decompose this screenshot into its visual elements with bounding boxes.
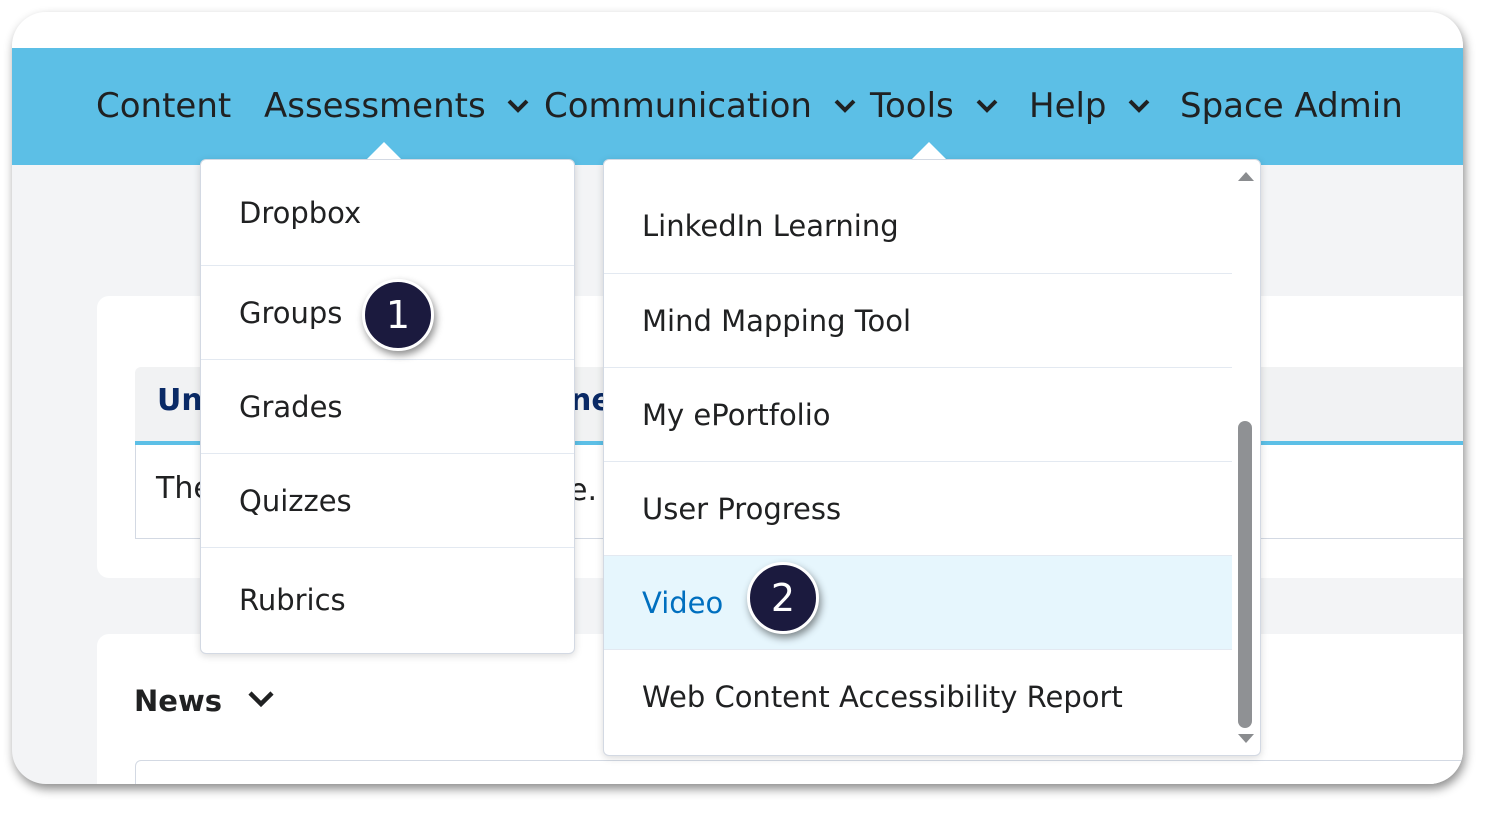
chevron-down-icon: [834, 99, 856, 113]
menu-item-mind-mapping-tool[interactable]: Mind Mapping Tool: [604, 274, 1232, 368]
chevron-down-icon: [976, 99, 997, 113]
assessments-menu: Dropbox Groups Grades Quizzes Rubrics: [200, 159, 575, 654]
nav-assessments-label: Assessments: [264, 86, 486, 126]
menu-item-label: Dropbox: [239, 195, 362, 230]
scroll-down-arrow-icon[interactable]: [1238, 734, 1254, 743]
menu-item-label: Groups: [239, 295, 343, 330]
menu-item-label: Quizzes: [239, 483, 352, 518]
top-strip: [12, 12, 1463, 48]
callout-badge-2: 2: [747, 562, 819, 634]
menu-item-my-eportfolio[interactable]: My ePortfolio: [604, 368, 1232, 462]
menu-item-user-progress[interactable]: User Progress: [604, 462, 1232, 556]
menu-item-linkedin-learning[interactable]: LinkedIn Learning: [604, 178, 1232, 274]
news-title: News: [134, 684, 222, 718]
menu-item-label: Rubrics: [239, 583, 346, 617]
tools-menu-caret: [912, 142, 946, 159]
menu-item-grades[interactable]: Grades: [201, 360, 574, 454]
widget-title: Un: [157, 383, 203, 418]
menu-item-label: My ePortfolio: [642, 397, 831, 432]
tools-menu-list: LinkedIn Learning Mind Mapping Tool My e…: [604, 160, 1232, 755]
menu-item-label: User Progress: [642, 491, 842, 526]
menu-item-quizzes[interactable]: Quizzes: [201, 454, 574, 548]
menu-item-label: Video: [642, 585, 724, 620]
chevron-down-icon[interactable]: [246, 688, 276, 710]
chevron-down-icon: [508, 99, 529, 113]
menu-item-rubrics[interactable]: Rubrics: [201, 548, 574, 652]
assessments-menu-caret: [367, 142, 401, 159]
menu-item-label: Mind Mapping Tool: [642, 303, 912, 338]
menu-item-label: Web Content Accessibility Report: [642, 680, 1123, 714]
nav-help[interactable]: Help: [1029, 48, 1151, 165]
tools-menu-scrollbar[interactable]: [1232, 168, 1260, 747]
news-content-box: [135, 760, 1463, 784]
nav-help-label: Help: [1029, 86, 1107, 126]
nav-space-admin[interactable]: Space Admin: [1180, 48, 1403, 165]
scrollbar-thumb[interactable]: [1238, 421, 1252, 728]
scroll-up-arrow-icon[interactable]: [1238, 172, 1254, 181]
menu-item-web-content-accessibility-report[interactable]: Web Content Accessibility Report: [604, 650, 1232, 744]
callout-badge-1: 1: [362, 279, 434, 351]
menu-item-dropbox[interactable]: Dropbox: [201, 160, 574, 266]
chevron-down-icon: [1128, 99, 1150, 113]
nav-content-label: Content: [96, 86, 232, 126]
nav-tools-label: Tools: [870, 86, 954, 126]
nav-content[interactable]: Content: [96, 48, 231, 165]
tools-menu: LinkedIn Learning Mind Mapping Tool My e…: [603, 159, 1261, 756]
nav-space-admin-label: Space Admin: [1180, 86, 1403, 126]
nav-communication[interactable]: Communication: [544, 48, 857, 165]
navbar: Content Assessments Communication Tools …: [12, 48, 1463, 165]
app-window: Content Assessments Communication Tools …: [12, 12, 1463, 784]
menu-item-video[interactable]: Video: [604, 556, 1232, 650]
nav-communication-label: Communication: [544, 86, 812, 126]
menu-item-label: Grades: [239, 389, 343, 424]
menu-item-label: LinkedIn Learning: [642, 208, 899, 243]
